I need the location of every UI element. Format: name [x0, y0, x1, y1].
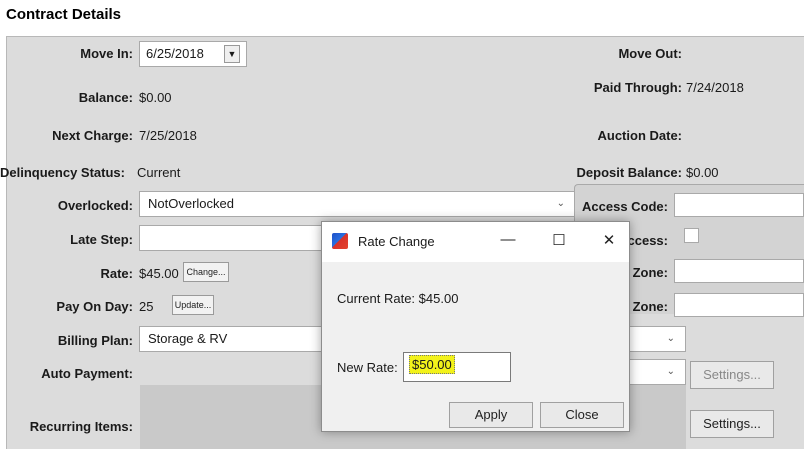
rate-label: Rate:: [100, 266, 133, 281]
dialog-title: Rate Change: [358, 234, 435, 249]
billing-plan-value: Storage & RV: [148, 331, 228, 346]
rate-change-dialog: Rate Change — ☐ ✕ Current Rate: $45.00 N…: [321, 221, 630, 432]
chevron-down-icon: ⌄: [556, 198, 565, 209]
deposit-balance-label: Deposit Balance:: [576, 165, 682, 180]
zone-input-2[interactable]: [674, 293, 804, 317]
paid-through-label: Paid Through:: [593, 80, 682, 95]
chevron-down-icon: ⌄: [666, 366, 675, 377]
auto-payment-settings-button[interactable]: Settings...: [690, 361, 774, 389]
section-title: Contract Details: [6, 6, 122, 23]
overlocked-label: Overlocked:: [57, 198, 133, 213]
overlocked-value: NotOverlocked: [148, 196, 234, 211]
maximize-icon[interactable]: ☐: [548, 231, 570, 249]
new-rate-value: $50.00: [409, 355, 455, 374]
balance-label: Balance:: [78, 90, 133, 105]
access-checkbox[interactable]: [684, 228, 699, 243]
close-button[interactable]: Close: [540, 402, 624, 428]
apply-button[interactable]: Apply: [449, 402, 533, 428]
access-code-label: Access Code:: [582, 199, 668, 214]
chevron-down-icon: ⌄: [666, 333, 675, 344]
auction-date-label: Auction Date:: [597, 128, 683, 143]
next-charge-label: Next Charge:: [52, 128, 133, 143]
move-in-label: Move In:: [80, 46, 133, 61]
access-code-input[interactable]: [674, 193, 804, 217]
billing-plan-label: Billing Plan:: [57, 333, 133, 348]
move-in-date-picker[interactable]: 6/25/2018 ▼: [139, 41, 247, 67]
late-step-label: Late Step:: [70, 232, 133, 247]
auto-payment-label: Auto Payment:: [41, 366, 133, 381]
billing-plan-dropdown-end[interactable]: ⌄: [628, 326, 686, 352]
minimize-icon[interactable]: —: [497, 231, 519, 248]
close-icon[interactable]: ✕: [598, 231, 620, 249]
recurring-items-label: Recurring Items:: [29, 419, 133, 434]
move-in-value: 6/25/2018: [146, 46, 204, 61]
paid-through-value: 7/24/2018: [686, 80, 744, 95]
billing-plan-dropdown[interactable]: Storage & RV: [139, 326, 324, 352]
dialog-titlebar[interactable]: Rate Change — ☐ ✕: [322, 222, 629, 262]
deposit-balance-value: $0.00: [686, 165, 719, 180]
current-rate-value: $45.00: [418, 291, 459, 306]
overlocked-dropdown[interactable]: NotOverlocked ⌄: [139, 191, 576, 217]
next-charge-value: 7/25/2018: [139, 128, 197, 143]
rate-change-app-icon: [332, 233, 348, 249]
new-rate-label: New Rate:: [337, 360, 398, 375]
pay-on-day-value: 25: [139, 299, 154, 314]
auto-payment-dropdown-end[interactable]: ⌄: [628, 359, 686, 385]
new-rate-input[interactable]: $50.00: [403, 352, 511, 382]
current-rate-label: Current Rate: $45.00: [337, 291, 459, 306]
delinquency-value: Current: [137, 165, 181, 180]
pay-on-day-label: Pay On Day:: [56, 299, 133, 314]
pay-day-update-button[interactable]: Update...: [172, 295, 214, 315]
dropdown-triangle-icon[interactable]: ▼: [224, 45, 240, 63]
balance-value: $0.00: [139, 90, 172, 105]
late-step-dropdown[interactable]: [139, 225, 323, 251]
recurring-settings-button[interactable]: Settings...: [690, 410, 774, 438]
move-out-label: Move Out:: [618, 46, 682, 61]
delinquency-label: Delinquency Status:: [0, 165, 125, 180]
zone-input-1[interactable]: [674, 259, 804, 283]
rate-value: $45.00: [139, 266, 179, 281]
rate-change-button[interactable]: Change...: [183, 262, 229, 282]
